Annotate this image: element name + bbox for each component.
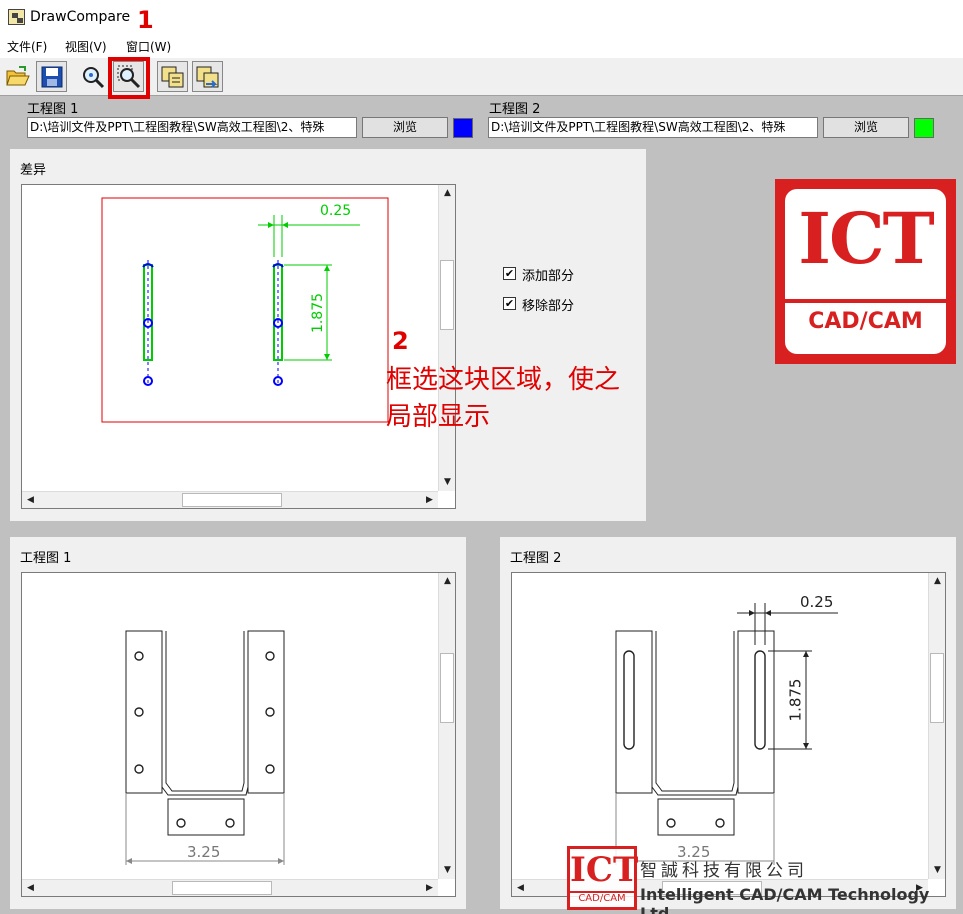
save-button[interactable] (36, 61, 67, 92)
compare-button[interactable] (157, 61, 188, 92)
drawing2-panel-title: 工程图 2 (510, 551, 562, 566)
drawing1-vscroll-thumb[interactable] (440, 653, 454, 723)
menu-file[interactable]: 文件(F) (7, 38, 47, 55)
drawing2-canvas (615, 603, 838, 865)
drawing2-vscroll[interactable]: ▲ ▼ (928, 573, 945, 879)
diff-vscroll[interactable]: ▲ ▼ (438, 185, 455, 491)
ict-logo: ICT CAD/CAM (775, 179, 956, 364)
scroll-down-icon[interactable]: ▼ (929, 862, 946, 879)
drawing1-panel: 工程图 1 3.25 ▲ ▼ ◀ ▶ (10, 537, 466, 909)
swap-compare-icon (196, 66, 218, 88)
scroll-right-icon[interactable]: ▶ (421, 492, 438, 509)
drawing1-hscroll[interactable]: ◀ ▶ (22, 879, 438, 896)
diff-vscroll-thumb[interactable] (440, 260, 454, 330)
added-parts-label: 添加部分 (522, 269, 575, 284)
drawing2-label: 工程图 2 (489, 102, 541, 117)
scroll-up-icon[interactable]: ▲ (439, 573, 456, 590)
diff-panel: 差异 0.25 1.875 ▲ ▼ ◀ ▶ ✔ 添加部分 ✔ 移除部分 (10, 149, 646, 521)
drawing1-canvas (125, 630, 285, 865)
compare-icon (161, 66, 183, 87)
open-button[interactable] (2, 61, 33, 92)
diff-panel-title: 差异 (20, 163, 47, 178)
swap-compare-button[interactable] (192, 61, 223, 92)
drawing1-hscroll-thumb[interactable] (172, 881, 272, 895)
drawing2-color-swatch[interactable] (914, 118, 934, 138)
scroll-right-icon[interactable]: ▶ (421, 880, 438, 897)
zoom-button[interactable] (77, 61, 108, 92)
save-disk-icon (41, 66, 62, 87)
menu-bar: 文件(F) 视图(V) 窗口(W) (0, 34, 963, 58)
drawing1-view[interactable]: 3.25 ▲ ▼ ◀ ▶ (21, 572, 456, 897)
drawing1-panel-title: 工程图 1 (20, 551, 72, 566)
diff-hscroll[interactable]: ◀ ▶ (22, 491, 438, 508)
watermark-logo-text: ICT (570, 850, 639, 890)
diff-dim-height: 1.875 (310, 292, 327, 334)
scroll-left-icon[interactable]: ◀ (512, 880, 529, 897)
drawing1-path-input[interactable]: D:\培训文件及PPT\工程图教程\SW高效工程图\2、特殊 (27, 117, 357, 138)
ict-logo-subtext: CAD/CAM (808, 309, 923, 334)
step2-note-line2: 局部显示 (386, 402, 491, 432)
scroll-down-icon[interactable]: ▼ (439, 862, 456, 879)
watermark-company-en: Intelligent CAD/CAM Technology Ltd. (640, 885, 930, 914)
scroll-up-icon[interactable]: ▲ (439, 185, 456, 202)
drawing1-vscroll[interactable]: ▲ ▼ (438, 573, 455, 879)
menu-view[interactable]: 视图(V) (65, 38, 107, 55)
scroll-left-icon[interactable]: ◀ (22, 880, 39, 897)
drawing2-browse-button[interactable]: 浏览 (823, 117, 909, 138)
diff-view[interactable]: 0.25 1.875 ▲ ▼ ◀ ▶ (21, 184, 456, 509)
watermark-company-cn: 智誠科技有限公司 (640, 861, 808, 881)
drawing2-vscroll-thumb[interactable] (930, 653, 944, 723)
added-parts-checkbox[interactable]: ✔ (503, 267, 516, 280)
step2-number: 2 (392, 327, 409, 355)
diff-canvas (101, 197, 389, 423)
removed-parts-label: 移除部分 (522, 299, 575, 314)
removed-parts-checkbox[interactable]: ✔ (503, 297, 516, 310)
drawing1-color-swatch[interactable] (453, 118, 473, 138)
watermark-logo-subtext: CAD/CAM (570, 891, 634, 904)
drawing1-browse-button[interactable]: 浏览 (362, 117, 448, 138)
diff-hscroll-thumb[interactable] (182, 493, 282, 507)
highlight-box-step1 (108, 57, 150, 99)
window-title: DrawCompare (30, 9, 131, 25)
scroll-down-icon[interactable]: ▼ (439, 474, 456, 491)
drawing2-dim-height: 1.875 (786, 678, 805, 722)
watermark-logo: ICT CAD/CAM (567, 846, 639, 910)
diff-dim-width: 0.25 (320, 203, 352, 219)
ict-logo-text: ICT (798, 197, 935, 280)
scroll-left-icon[interactable]: ◀ (22, 492, 39, 509)
step2-note-line1: 框选这块区域，使之 (386, 365, 621, 395)
drawing1-dim-width: 3.25 (187, 843, 221, 861)
drawing2-path-input[interactable]: D:\培训文件及PPT\工程图教程\SW高效工程图\2、特殊 (488, 117, 818, 138)
scroll-up-icon[interactable]: ▲ (929, 573, 946, 590)
drawing2-dim-slot: 0.25 (800, 593, 834, 611)
drawing1-label: 工程图 1 (27, 102, 79, 117)
menu-window[interactable]: 窗口(W) (126, 38, 171, 55)
step1-number: 1 (137, 6, 154, 34)
app-icon (8, 9, 25, 25)
zoom-icon (82, 66, 104, 88)
open-folder-icon (5, 65, 30, 85)
